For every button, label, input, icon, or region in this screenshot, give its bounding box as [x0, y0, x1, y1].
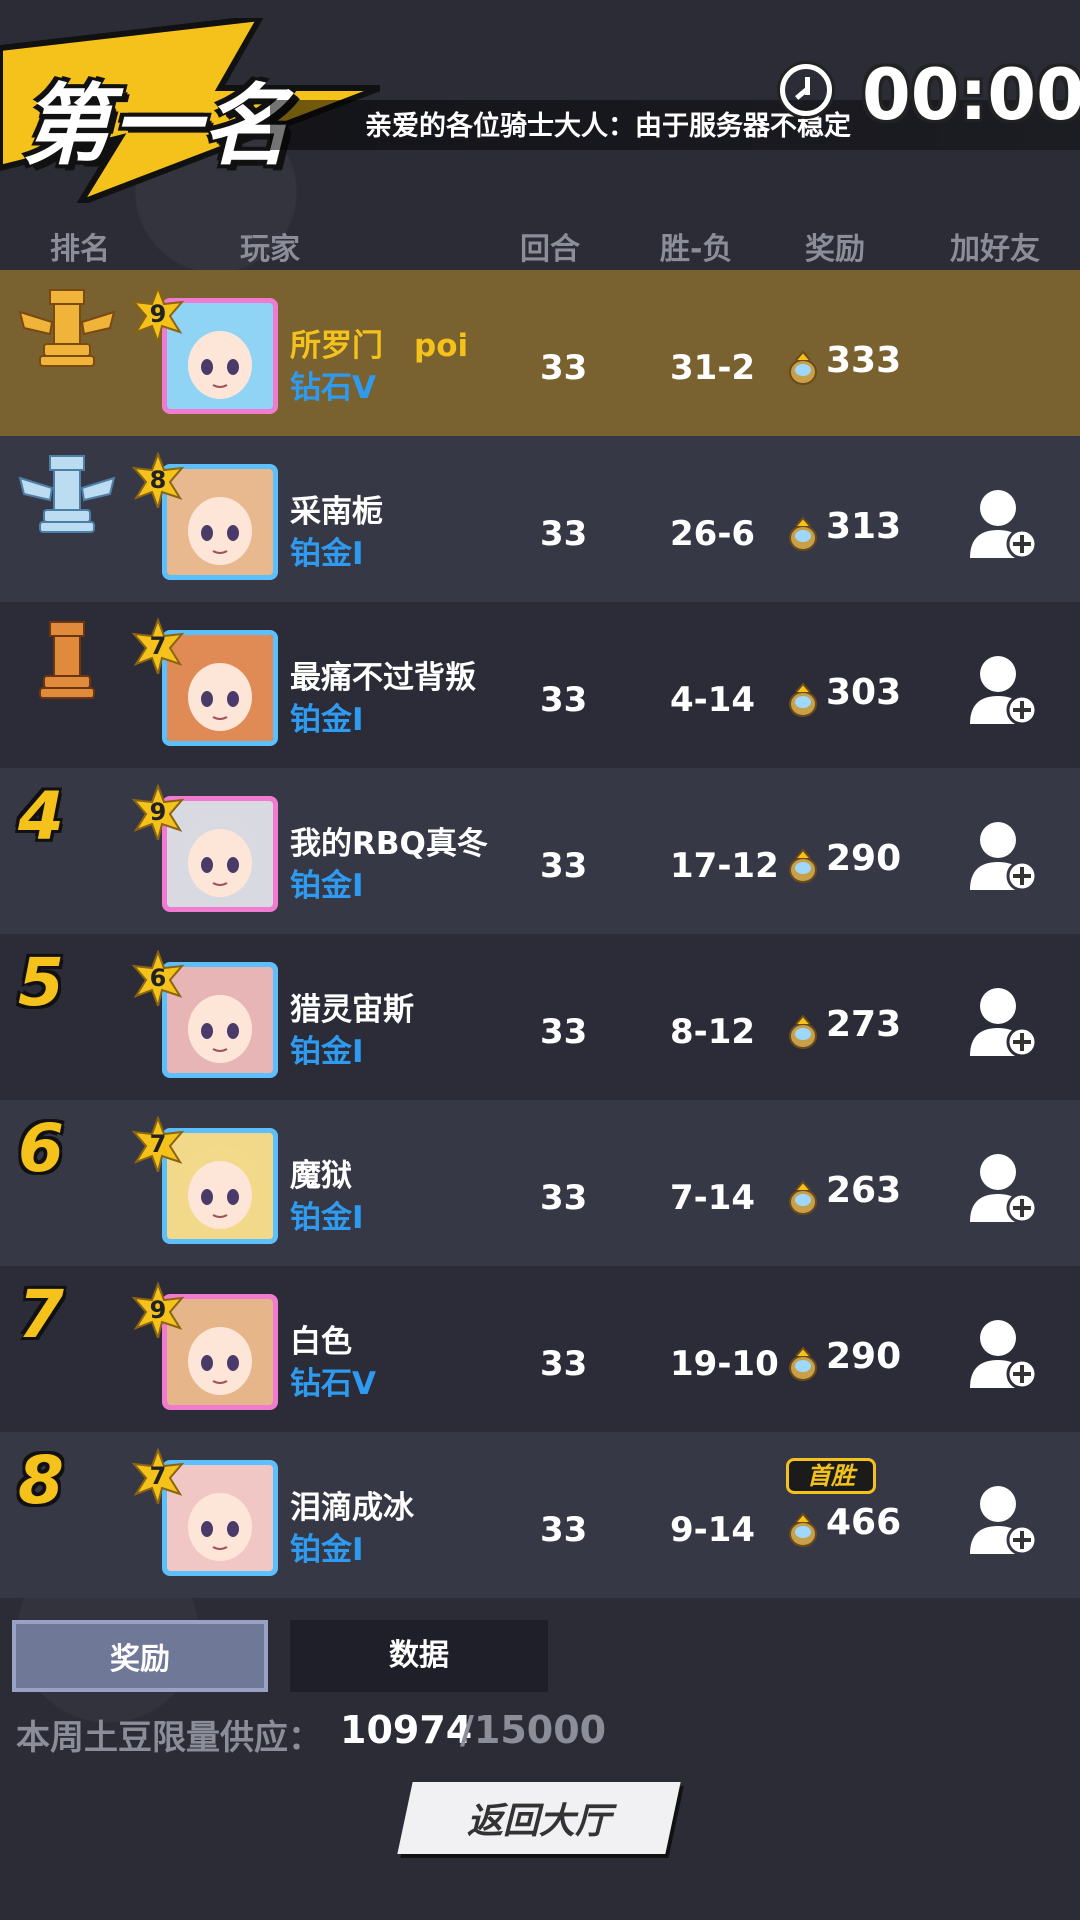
add-friend-icon[interactable] — [968, 1316, 1038, 1392]
table-row: 4 9 我的RBQ真冬 铂金I 33 17-12 290 — [0, 768, 1080, 934]
rounds-value: 33 — [540, 348, 588, 388]
table-row: 7 最痛不过背叛 铂金I 33 4-14 303 — [0, 602, 1080, 768]
level-number: 9 — [149, 300, 167, 328]
table-row: 7 9 白色钻石V 33 19-10 290 — [0, 1266, 1080, 1432]
player-name: 猎灵宙斯 — [290, 992, 414, 1028]
reward-value: 290 — [826, 838, 902, 879]
win-loss-value: 9-14 — [670, 1510, 756, 1550]
player-name: 最痛不过背叛 — [290, 660, 476, 696]
player-name: 白色 — [290, 1324, 352, 1360]
rank-number: 8 — [18, 1442, 64, 1519]
player-tier: 铂金I — [290, 868, 364, 904]
first-win-badge: 首胜 — [786, 1458, 876, 1494]
reward-value: 303 — [826, 672, 902, 713]
potato-coin-icon — [789, 516, 817, 551]
win-loss-value: 26-6 — [670, 514, 756, 554]
rank-title: 第一名 — [22, 74, 293, 177]
potato-coin-icon — [789, 1346, 817, 1381]
player-tier: 铂金I — [290, 1532, 364, 1568]
win-loss-value: 19-10 — [670, 1344, 779, 1384]
player-name: 泪滴成冰 — [290, 1490, 414, 1526]
add-friend-icon[interactable] — [968, 652, 1038, 728]
countdown-timer: 00:00 — [862, 54, 1080, 136]
supply-max: /15000 — [460, 1708, 607, 1752]
potato-coin-icon — [789, 848, 817, 883]
notice-text: 亲爱的各位骑士大人：由于服务器不稳定 — [365, 111, 851, 142]
add-friend-icon[interactable] — [968, 1150, 1038, 1226]
win-loss-value: 7-14 — [670, 1178, 756, 1218]
level-number: 7 — [149, 1462, 167, 1490]
level-number: 7 — [149, 632, 167, 660]
rank-number: 6 — [18, 1110, 64, 1187]
win-loss-value: 17-12 — [670, 846, 779, 886]
rounds-value: 33 — [540, 1012, 588, 1052]
table-row: 9 所罗门 poi 钻石V 33 31-2 333 — [0, 270, 1080, 436]
add-friend-icon[interactable] — [968, 984, 1038, 1060]
level-number: 7 — [149, 1130, 167, 1158]
player-tier: 铂金I — [290, 536, 364, 572]
player-tier: 铂金I — [290, 1034, 364, 1070]
potato-coin-icon — [789, 682, 817, 717]
rank-number: 4 — [18, 778, 64, 855]
rank-number: 7 — [18, 1276, 64, 1353]
player-tier: 钻石V — [290, 370, 376, 406]
col-header-reward: 奖励 — [805, 232, 865, 267]
level-number: 6 — [149, 964, 167, 992]
win-loss-value: 31-2 — [670, 348, 756, 388]
header: 第一名 亲爱的各位骑士大人：由于服务器不稳定 00:00 — [0, 0, 1080, 203]
reward-value: 290 — [826, 1336, 902, 1377]
potato-coin-icon — [789, 1180, 817, 1215]
col-header-rounds: 回合 — [520, 232, 580, 267]
tab-data[interactable]: 数据 — [290, 1620, 548, 1692]
table-row: 5 6 猎灵宙斯铂金I 33 8-12 273 — [0, 934, 1080, 1100]
add-friend-icon[interactable] — [968, 818, 1038, 894]
reward-value: 333 — [826, 340, 902, 381]
back-to-lobby-label[interactable]: 返回大厅 — [405, 1792, 673, 1844]
potato-coin-icon — [789, 1014, 817, 1049]
level-number: 8 — [149, 466, 167, 494]
reward-value: 313 — [826, 506, 902, 547]
reward-value: 273 — [826, 1004, 902, 1045]
rounds-value: 33 — [540, 1510, 588, 1550]
rounds-value: 33 — [540, 514, 588, 554]
player-tier: 铂金I — [290, 702, 364, 738]
reward-value: 263 — [826, 1170, 902, 1211]
table-row: 8 采南栀铂金I 33 26-6 313 — [0, 436, 1080, 602]
player-name: 所罗门 poi — [290, 328, 469, 364]
clock-icon — [780, 64, 832, 116]
player-name: 魔狱 — [290, 1158, 352, 1194]
col-header-rank: 排名 — [50, 232, 110, 267]
win-loss-value: 4-14 — [670, 680, 756, 720]
gold-rook-icon — [12, 282, 122, 372]
potato-coin-icon — [789, 350, 817, 385]
supply-label: 本周土豆限量供应： — [16, 1718, 322, 1758]
rounds-value: 33 — [540, 1344, 588, 1384]
reward-value: 466 — [826, 1502, 902, 1543]
rounds-value: 33 — [540, 1178, 588, 1218]
rounds-value: 33 — [540, 846, 588, 886]
add-friend-icon[interactable] — [968, 1482, 1038, 1558]
col-header-win-loss: 胜-负 — [660, 232, 733, 267]
silver-rook-icon — [12, 448, 122, 538]
col-header-player: 玩家 — [240, 232, 300, 267]
col-header-add-friend: 加好友 — [950, 232, 1040, 267]
tab-reward[interactable]: 奖励 — [12, 1620, 268, 1692]
win-loss-value: 8-12 — [670, 1012, 756, 1052]
table-row: 6 7 魔狱铂金I 33 7-14 263 — [0, 1100, 1080, 1266]
rank-number: 5 — [18, 944, 64, 1021]
level-number: 9 — [149, 798, 167, 826]
level-number: 9 — [149, 1296, 167, 1324]
rounds-value: 33 — [540, 680, 588, 720]
add-friend-icon[interactable] — [968, 486, 1038, 562]
potato-coin-icon — [789, 1512, 817, 1547]
bronze-rook-icon — [12, 614, 122, 704]
player-tier: 铂金I — [290, 1200, 364, 1236]
table-row: 8 7 泪滴成冰铂金I 33 9-14 首胜 466 — [0, 1432, 1080, 1598]
player-name: 采南栀 — [290, 494, 383, 530]
player-name: 我的RBQ真冬 — [290, 826, 488, 862]
player-tier: 钻石V — [290, 1366, 376, 1402]
supply-current: 10974 — [340, 1708, 473, 1752]
